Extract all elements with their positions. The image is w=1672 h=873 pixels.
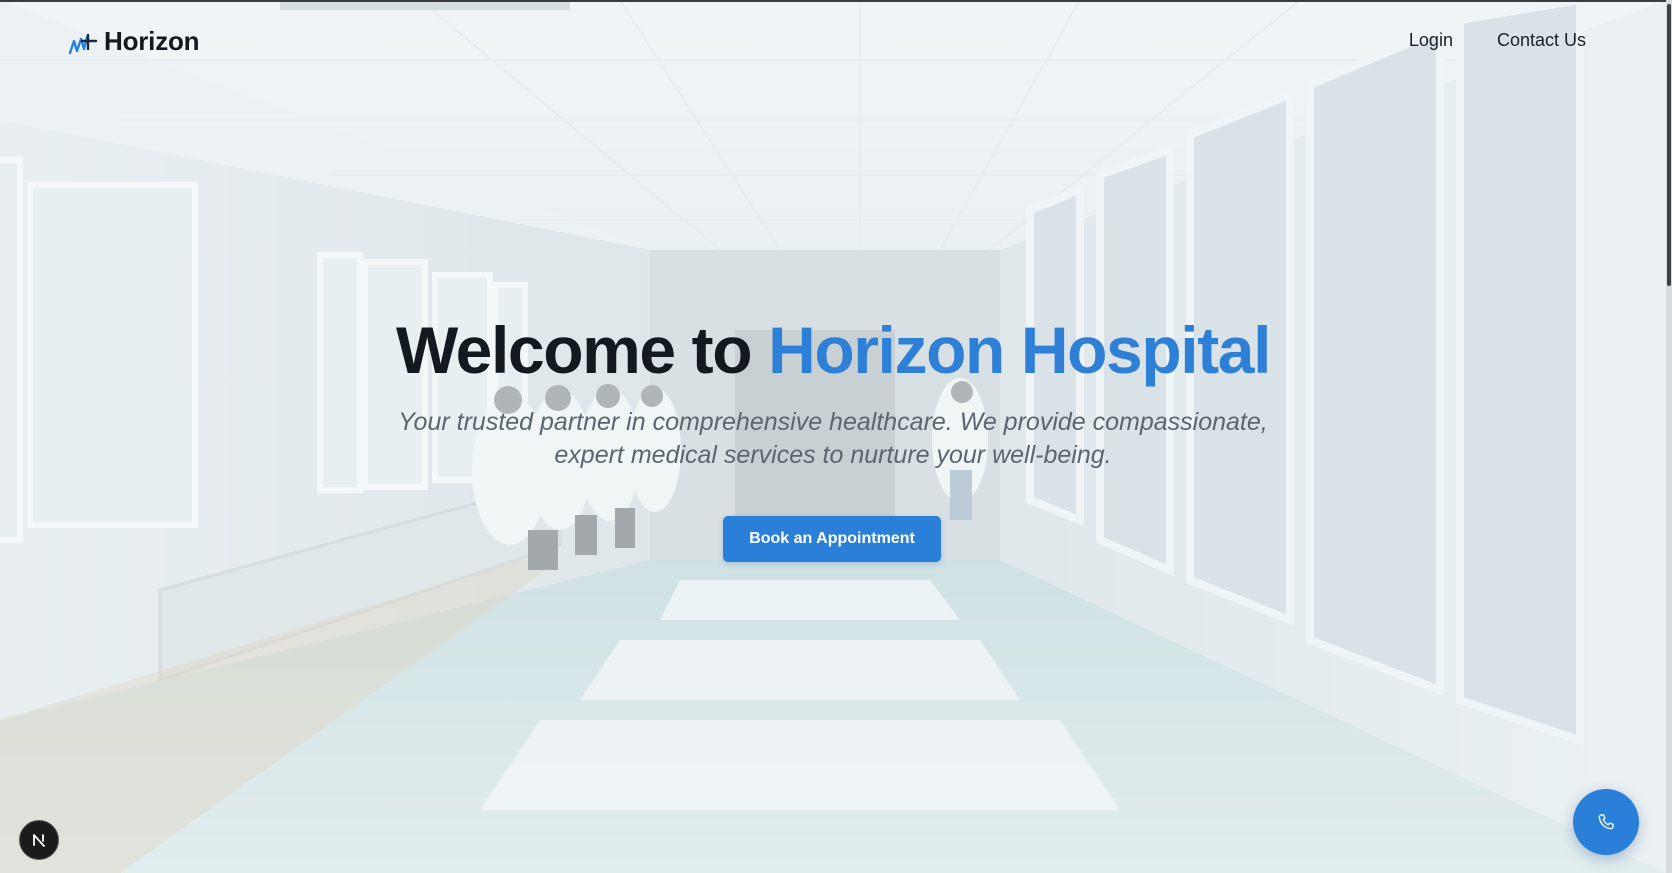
hero-title-accent: Horizon Hospital	[768, 313, 1271, 387]
scrollbar-thumb[interactable]	[1667, 4, 1671, 286]
hero-subtitle: Your trusted partner in comprehensive he…	[398, 408, 1268, 469]
call-button[interactable]	[1573, 789, 1639, 855]
hero-title-prefix: Welcome to	[395, 313, 753, 387]
next-logo-icon	[33, 834, 45, 847]
hero-section: Welcome to Horizon Hospital Your trusted…	[0, 0, 1666, 873]
phone-icon	[1598, 814, 1614, 830]
hero-title: Welcome to Horizon Hospital	[0, 310, 1666, 390]
page: Horizon Login Contact Us Welcome to Hori…	[0, 0, 1672, 873]
page-scrollbar[interactable]	[1666, 0, 1672, 873]
book-appointment-button[interactable]: Book an Appointment	[723, 516, 941, 562]
dev-tools-badge[interactable]	[19, 820, 59, 860]
